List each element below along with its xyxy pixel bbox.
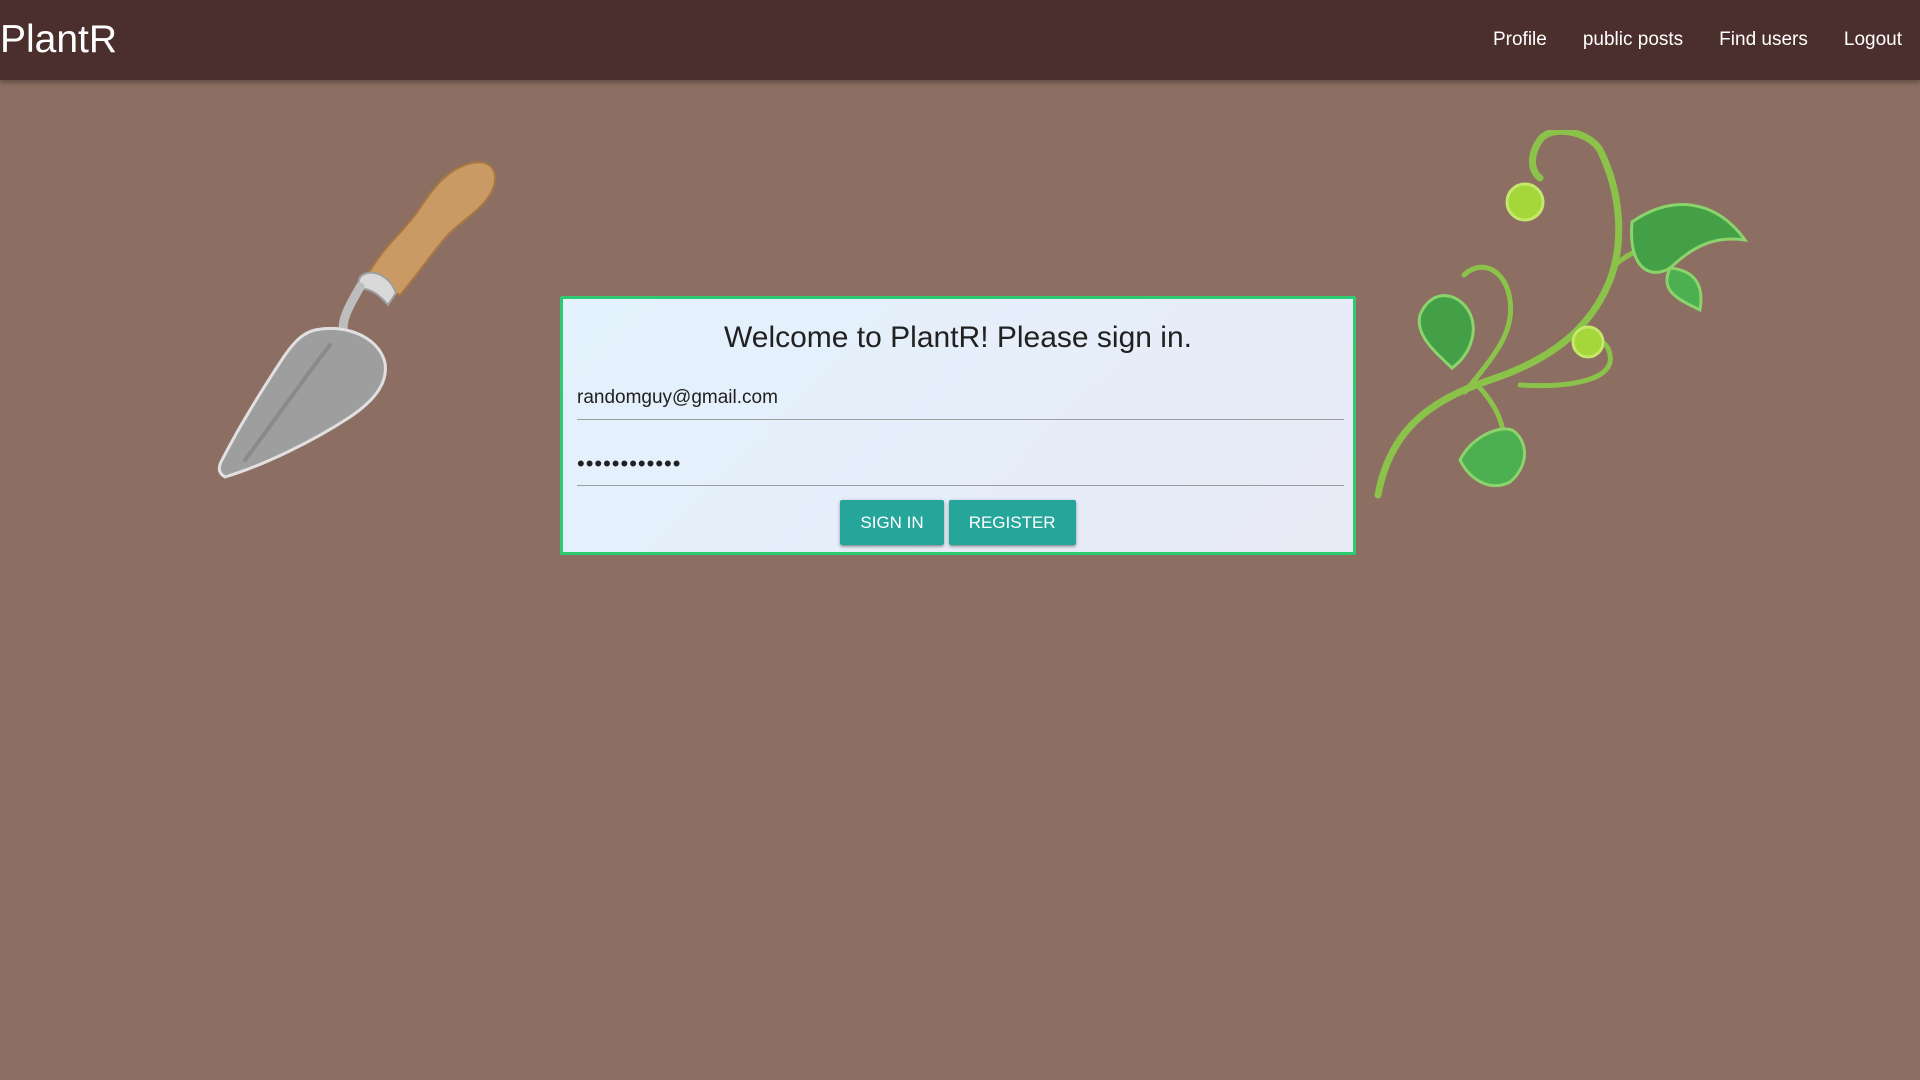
password-field[interactable] bbox=[577, 442, 1344, 486]
login-title: Welcome to PlantR! Please sign in. bbox=[723, 321, 1192, 354]
register-button[interactable]: Register bbox=[948, 500, 1076, 545]
top-navbar: PlantR Profile public posts Find users L… bbox=[0, 0, 1920, 80]
trowel-handle bbox=[354, 161, 497, 307]
vine-illustration bbox=[1374, 130, 1749, 499]
email-field[interactable] bbox=[577, 376, 1344, 420]
brand-logo[interactable]: PlantR bbox=[0, 18, 117, 62]
nav-profile-link[interactable]: Profile bbox=[1475, 29, 1565, 51]
trowel-blade bbox=[217, 282, 387, 479]
login-card: Welcome to PlantR! Please sign in. Sign … bbox=[560, 296, 1356, 555]
sign-in-button[interactable]: Sign in bbox=[840, 500, 944, 545]
nav-find-users-link[interactable]: Find users bbox=[1701, 29, 1826, 51]
nav-logout-link[interactable]: Logout bbox=[1826, 29, 1902, 51]
trowel-illustration bbox=[217, 161, 497, 479]
nav-links: Profile public posts Find users Logout bbox=[1475, 0, 1902, 80]
login-actions: Sign in Register bbox=[563, 500, 1353, 545]
nav-public-posts-link[interactable]: public posts bbox=[1565, 29, 1701, 51]
